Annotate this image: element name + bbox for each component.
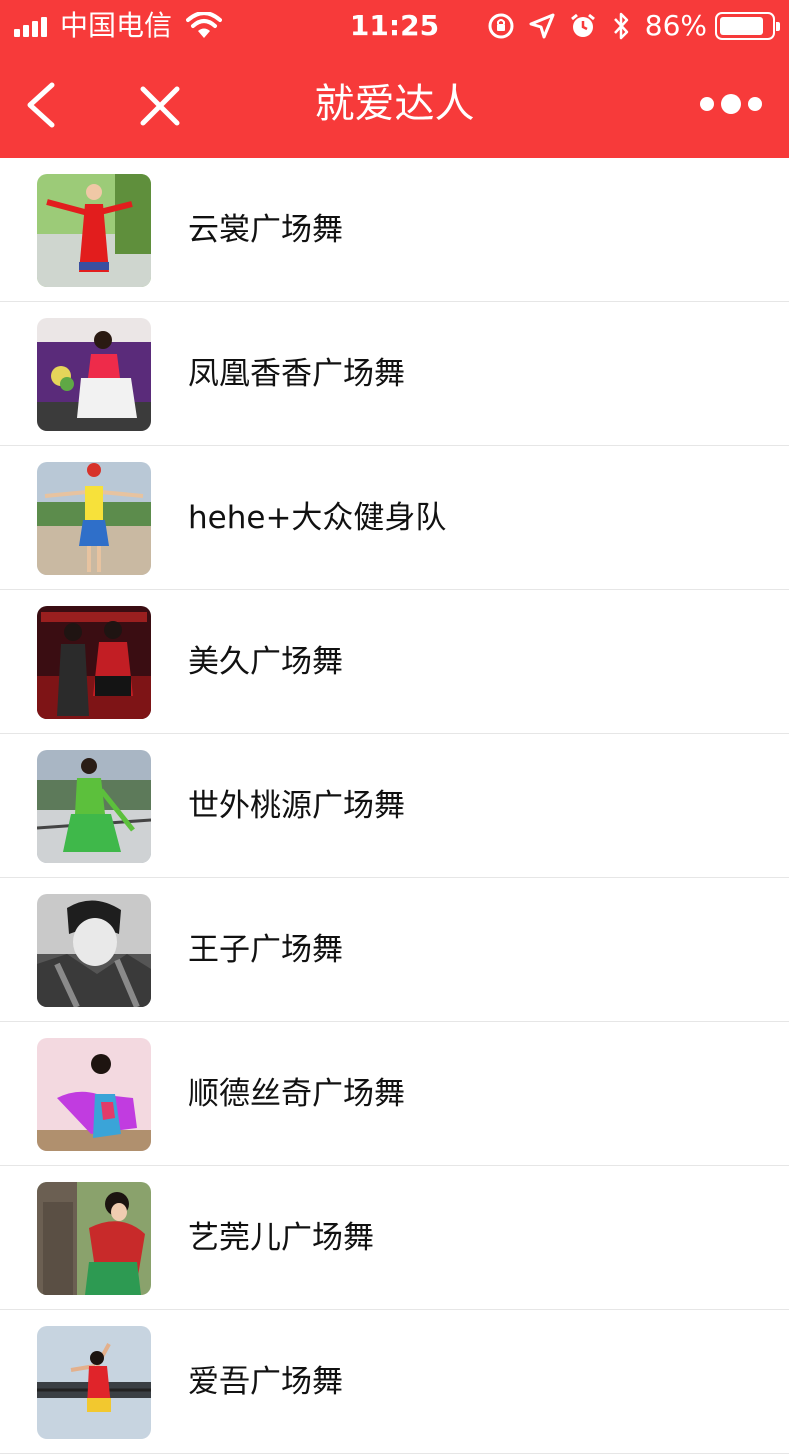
avatar [37,1182,151,1295]
list-item[interactable]: 美久广场舞 [0,590,789,734]
avatar-image [37,606,151,719]
item-name: 王子广场舞 [188,932,343,968]
nav-bar: 就爱达人 [0,52,789,158]
more-dots-icon[interactable] [699,90,763,118]
avatar [37,318,151,431]
avatar [37,750,151,863]
avatar-image [37,750,151,863]
status-right: 86% [473,8,780,44]
item-name: hehe+大众健身队 [188,500,447,536]
list-item[interactable]: 顺德丝奇广场舞 [0,1022,789,1166]
item-name: 爱吾广场舞 [188,1364,343,1400]
group-list: 云裳广场舞 凤凰香香广场舞 hehe+大众健身队 美久广场舞 世外桃源广场舞 王… [0,158,789,1454]
avatar-image [37,462,151,575]
item-name: 顺德丝奇广场舞 [188,1076,405,1112]
item-name: 世外桃源广场舞 [188,788,405,824]
list-item[interactable]: 王子广场舞 [0,878,789,1022]
avatar-image [37,1326,151,1439]
alarm-icon [570,13,595,37]
avatar [37,1326,151,1439]
avatar [37,462,151,575]
battery-fill [720,17,763,35]
avatar [37,606,151,719]
battery-percent: 86% [644,9,707,42]
list-item[interactable]: 凤凰香香广场舞 [0,302,789,446]
close-icon[interactable] [138,84,182,128]
avatar-image [37,1038,151,1151]
list-item[interactable]: 爱吾广场舞 [0,1310,789,1454]
top-header: 中国电信 11:25 86% 就爱达人 [0,0,789,158]
item-name: 凤凰香香广场舞 [188,356,405,392]
avatar-image [37,1182,151,1295]
item-name: 艺莞儿广场舞 [188,1220,374,1256]
avatar-image [37,174,151,287]
battery-icon [715,12,780,40]
item-name: 云裳广场舞 [188,212,343,248]
list-item[interactable]: 云裳广场舞 [0,158,789,302]
list-item[interactable]: hehe+大众健身队 [0,446,789,590]
avatar [37,894,151,1007]
list-item[interactable]: 世外桃源广场舞 [0,734,789,878]
location-icon [529,13,555,39]
list-item[interactable]: 艺莞儿广场舞 [0,1166,789,1310]
item-name: 美久广场舞 [188,644,343,680]
bluetooth-icon [613,12,629,40]
avatar [37,1038,151,1151]
rotation-lock-icon [488,13,514,39]
avatar-image [37,894,151,1007]
status-bar: 中国电信 11:25 86% [0,0,789,52]
chevron-left-icon[interactable] [20,80,64,130]
avatar-image [37,318,151,431]
page-title: 就爱达人 [314,81,475,127]
avatar [37,174,151,287]
